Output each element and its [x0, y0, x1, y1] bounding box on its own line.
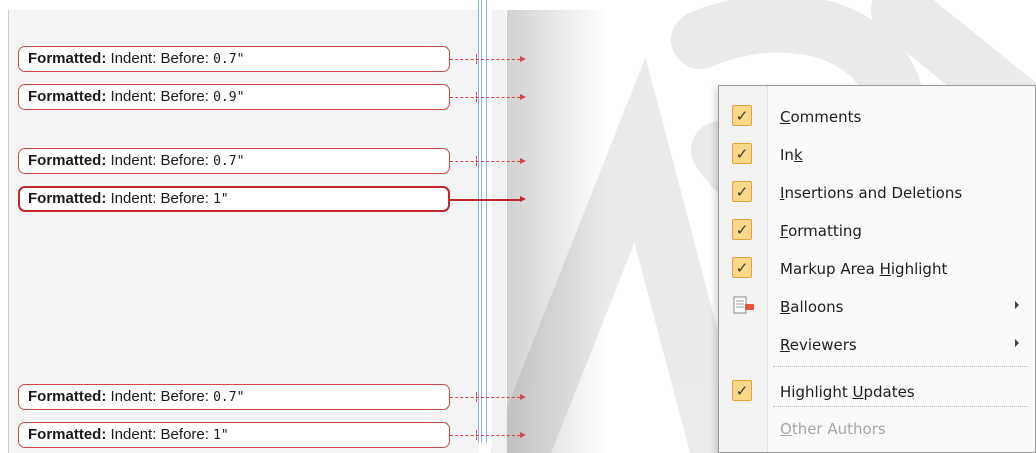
- margin-line: [481, 0, 482, 443]
- balloon-connector-line: [450, 161, 520, 162]
- markup-context-menu: ✓ Comments ✓ Ink ✓ Insertions and Deletions ✓ F…: [718, 85, 1036, 453]
- submenu-arrow-icon: [1015, 339, 1019, 347]
- connector-arrow-icon: [520, 94, 526, 100]
- check-icon: ✓: [732, 181, 752, 202]
- check-icon: ✓: [732, 219, 752, 240]
- balloon-type-label: Formatted:: [28, 88, 107, 105]
- balloon-description: Indent: Before:: [106, 88, 214, 105]
- menu-item-other-authors: Other Authors: [719, 412, 1035, 445]
- balloon-description: Indent: Before:: [106, 50, 214, 67]
- check-icon: ✓: [732, 105, 752, 126]
- menu-item-reviewers[interactable]: Reviewers: [719, 328, 1035, 361]
- submenu-arrow-icon: [1015, 301, 1019, 309]
- margin-line: [478, 0, 479, 443]
- connector-arrow-icon: [520, 394, 526, 400]
- balloon-value: 1": [213, 428, 229, 443]
- formatting-balloon[interactable]: Formatted: Indent: Before: 1": [18, 422, 450, 448]
- menu-item-label: Formatting: [780, 222, 862, 240]
- formatting-balloon[interactable]: Formatted: Indent: Before: 0.7": [18, 46, 450, 72]
- balloon-value: 1": [213, 192, 229, 207]
- connector-tick: [476, 54, 477, 64]
- balloon-description: Indent: Before:: [106, 190, 214, 207]
- menu-item-markup-area-highlight[interactable]: ✓ Markup Area Highlight: [719, 252, 1035, 285]
- check-icon: ✓: [732, 143, 752, 164]
- check-icon: ✓: [732, 257, 752, 278]
- menu-item-balloons[interactable]: Balloons: [719, 290, 1035, 323]
- formatting-balloon[interactable]: Formatted: Indent: Before: 0.9": [18, 84, 450, 110]
- connector-arrow-icon: [520, 56, 526, 62]
- connector-arrow-icon: [520, 158, 526, 164]
- page-shadow: [507, 10, 607, 453]
- balloon-connector-line: [450, 97, 520, 98]
- margin-line: [486, 0, 487, 443]
- connector-arrow-icon: [520, 432, 526, 438]
- formatting-balloon[interactable]: Formatted: Indent: Before: 0.7": [18, 384, 450, 410]
- balloon-value: 0.7": [213, 390, 245, 405]
- balloon-connector-line: [450, 59, 520, 60]
- menu-separator: [773, 406, 1029, 407]
- menu-item-insertions-and-deletions[interactable]: ✓ Insertions and Deletions: [719, 176, 1035, 209]
- balloon-connector-line: [450, 199, 520, 201]
- connector-tick: [476, 392, 477, 402]
- menu-item-label: Insertions and Deletions: [780, 184, 963, 202]
- connector-tick: [476, 430, 477, 440]
- formatting-balloon[interactable]: Formatted: Indent: Before: 0.7": [18, 148, 450, 174]
- connector-arrow-icon: [520, 196, 526, 202]
- connector-tick: [476, 92, 477, 102]
- menu-item-formatting[interactable]: ✓ Formatting: [719, 214, 1035, 247]
- menu-item-highlight-updates[interactable]: ✓ Highlight Updates: [719, 375, 1035, 408]
- balloon-value: 0.7": [213, 52, 245, 67]
- menu-separator: [773, 366, 1029, 367]
- balloon-type-label: Formatted:: [28, 152, 107, 169]
- menu-item-label: Reviewers: [780, 336, 857, 354]
- menu-item-label: Markup Area Highlight: [780, 260, 948, 278]
- menu-item-label: Highlight Updates: [780, 383, 915, 401]
- balloon-type-label: Formatted:: [28, 50, 107, 67]
- balloon-description: Indent: Before:: [106, 152, 214, 169]
- balloon-description: Indent: Before:: [106, 426, 214, 443]
- balloon-value: 0.9": [213, 90, 245, 105]
- formatting-balloon-selected[interactable]: Formatted: Indent: Before: 1": [18, 186, 450, 212]
- menu-item-label: Comments: [780, 108, 862, 126]
- menu-item-ink[interactable]: ✓ Ink: [719, 138, 1035, 171]
- balloon-type-label: Formatted:: [28, 190, 107, 207]
- balloon-type-label: Formatted:: [28, 426, 107, 443]
- menu-item-label: Ink: [780, 146, 803, 164]
- menu-item-label: Other Authors: [780, 420, 886, 438]
- check-icon: ✓: [732, 380, 752, 401]
- menu-item-comments[interactable]: ✓ Comments: [719, 100, 1035, 133]
- document-edge: [492, 10, 506, 453]
- connector-tick: [476, 156, 477, 166]
- balloon-type-label: Formatted:: [28, 388, 107, 405]
- balloon-connector-line: [450, 435, 520, 436]
- balloon-value: 0.7": [213, 154, 245, 169]
- menu-item-label: Balloons: [780, 298, 844, 316]
- balloon-connector-line: [450, 397, 520, 398]
- balloons-icon: [733, 296, 755, 316]
- balloon-description: Indent: Before:: [106, 388, 214, 405]
